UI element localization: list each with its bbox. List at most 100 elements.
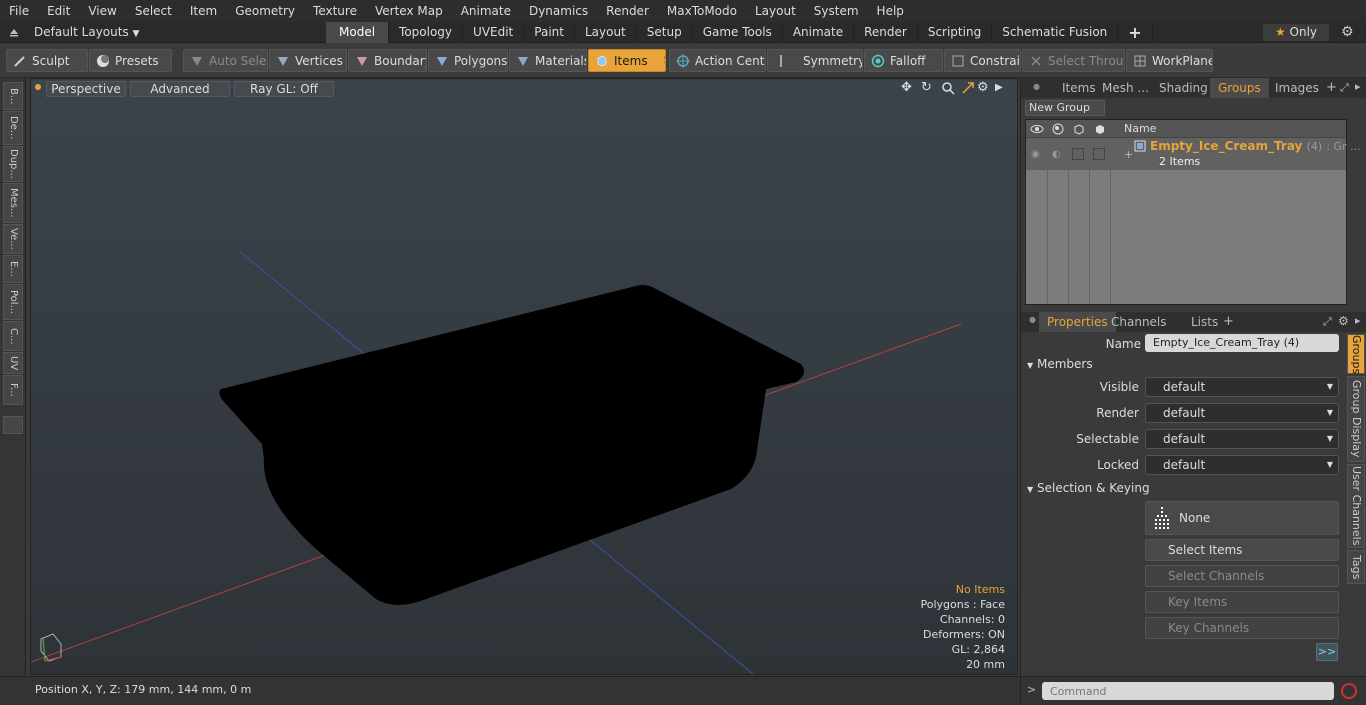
key-items-button[interactable]: Key Items <box>1145 591 1339 613</box>
vertices-button[interactable]: Vertices 1 <box>269 49 347 72</box>
boundary-button[interactable]: Boundary <box>348 49 427 72</box>
tab-paint[interactable]: Paint <box>524 22 575 43</box>
menu-file[interactable]: File <box>0 0 38 22</box>
command-input[interactable] <box>1042 682 1334 700</box>
tab-setup[interactable]: Setup <box>637 22 693 43</box>
select-items-button[interactable]: Select Items <box>1145 539 1339 561</box>
group-row[interactable]: ◉ ◐ + Empty_Ice_Cream_Tray (4) : Gr ... … <box>1026 138 1361 170</box>
tab-shading[interactable]: Shading <box>1151 78 1216 98</box>
more-button[interactable]: >> <box>1316 643 1338 661</box>
row-lock-checkbox[interactable] <box>1072 148 1084 160</box>
selectable-select[interactable]: default ▼ <box>1145 429 1339 449</box>
workplane-button[interactable]: WorkPlane <box>1126 49 1213 72</box>
members-section[interactable]: ▼ Members <box>1027 355 1093 375</box>
render-select[interactable]: default ▼ <box>1145 403 1339 423</box>
tab-model[interactable]: Model <box>326 22 390 43</box>
only-button[interactable]: ★ Only <box>1263 24 1329 41</box>
maximize-view-icon[interactable] <box>961 81 975 95</box>
left-tab-extra[interactable] <box>3 416 23 434</box>
raygl-button[interactable]: Ray GL: Off <box>234 81 334 97</box>
add-props-tab-icon[interactable]: + <box>1223 314 1234 329</box>
auto-select-button[interactable]: Auto Select <box>183 49 268 72</box>
menu-system[interactable]: System <box>805 0 868 22</box>
menu-texture[interactable]: Texture <box>304 0 366 22</box>
tab-scripting[interactable]: Scripting <box>918 22 993 43</box>
select-channels-button[interactable]: Select Channels <box>1145 565 1339 587</box>
rotate-view-icon[interactable]: ↻ <box>921 81 935 95</box>
menu-item[interactable]: Item <box>181 0 226 22</box>
select-through-button[interactable]: Select Through <box>1022 49 1125 72</box>
menu-maxtomodo[interactable]: MaxToModo <box>658 0 746 22</box>
zoom-icon[interactable] <box>941 81 955 95</box>
eye-icon[interactable] <box>1030 122 1044 136</box>
row-select-checkbox[interactable] <box>1093 148 1105 160</box>
menu-view[interactable]: View <box>79 0 125 22</box>
tab-groups[interactable]: Groups <box>1210 78 1269 98</box>
select-icon[interactable] <box>1093 122 1107 136</box>
left-tab-basic[interactable]: B... <box>3 82 23 110</box>
menu-dynamics[interactable]: Dynamics <box>520 0 597 22</box>
left-tab-deform[interactable]: De... <box>3 111 23 145</box>
tab-topology[interactable]: Topology <box>389 22 464 43</box>
presets-button[interactable]: Presets <box>89 49 172 72</box>
tab-game-tools[interactable]: Game Tools <box>693 22 783 43</box>
side-tab-groups[interactable]: Groups <box>1347 334 1365 374</box>
add-tab-icon[interactable]: + <box>1118 22 1153 43</box>
collapse-arrow-icon[interactable] <box>8 26 20 38</box>
left-tab-polygon[interactable]: Pol... <box>3 284 23 320</box>
left-tab-vertex[interactable]: Ve... <box>3 224 23 254</box>
menu-layout[interactable]: Layout <box>746 0 805 22</box>
side-tab-group-display[interactable]: Group Display <box>1347 376 1365 462</box>
left-tab-uv[interactable]: UV <box>3 352 23 374</box>
tab-lists[interactable]: Lists <box>1183 312 1226 332</box>
add-panel-tab-icon[interactable]: + <box>1326 80 1337 95</box>
tab-schematic-fusion[interactable]: Schematic Fusion <box>992 22 1119 43</box>
key-channels-button[interactable]: Key Channels <box>1145 617 1339 639</box>
tab-animate[interactable]: Animate <box>783 22 855 43</box>
selection-keying-section[interactable]: ▼ Selection & Keying <box>1027 479 1150 499</box>
menu-geometry[interactable]: Geometry <box>226 0 304 22</box>
row-render-icon[interactable]: ◐ <box>1052 149 1064 161</box>
expand-plus-icon[interactable]: + <box>1124 148 1133 161</box>
perspective-button[interactable]: Perspective <box>46 81 126 97</box>
viewport-settings-icon[interactable]: ⚙ <box>977 81 991 95</box>
menu-edit[interactable]: Edit <box>38 0 79 22</box>
tab-images[interactable]: Images <box>1267 78 1327 98</box>
3d-viewport[interactable]: Perspective Advanced Ray GL: Off ✥ ↻ ⚙ ▶… <box>30 78 1018 675</box>
menu-render[interactable]: Render <box>597 0 658 22</box>
symmetry-button[interactable]: Symmetry <box>767 49 863 72</box>
gear-icon[interactable]: ⚙ <box>1341 25 1356 40</box>
left-tab-duplicate[interactable]: Dup... <box>3 146 23 182</box>
menu-select[interactable]: Select <box>126 0 181 22</box>
visible-select[interactable]: default ▼ <box>1145 377 1339 397</box>
side-tab-tags[interactable]: Tags <box>1347 550 1365 584</box>
locked-select[interactable]: default ▼ <box>1145 455 1339 475</box>
items-button[interactable]: Items 5 <box>588 49 666 72</box>
props-settings-icon[interactable]: ⚙ <box>1338 314 1349 328</box>
new-group-button[interactable]: New Group <box>1025 100 1105 116</box>
tab-channels[interactable]: Channels <box>1103 312 1175 332</box>
move-view-icon[interactable]: ✥ <box>901 81 915 95</box>
polygons-button[interactable]: Polygons <box>428 49 508 72</box>
props-menu-icon[interactable]: ▸ <box>1355 314 1361 327</box>
menu-help[interactable]: Help <box>868 0 913 22</box>
sculpt-button[interactable]: Sculpt <box>6 49 88 72</box>
advanced-button[interactable]: Advanced <box>130 81 230 97</box>
left-tab-mesh-edit[interactable]: Mes... <box>3 183 23 223</box>
render-icon[interactable] <box>1051 122 1065 136</box>
row-eye-icon[interactable]: ◉ <box>1031 149 1043 161</box>
menu-animate[interactable]: Animate <box>452 0 520 22</box>
materials-button[interactable]: Materials <box>509 49 587 72</box>
record-icon[interactable] <box>1341 683 1357 699</box>
left-tab-edge[interactable]: E... <box>3 255 23 283</box>
tab-mesh[interactable]: Mesh ... <box>1094 78 1157 98</box>
tab-layout[interactable]: Layout <box>575 22 637 43</box>
expand-props-icon[interactable]: ⤢ <box>1323 315 1332 329</box>
play-arrow-icon[interactable]: ▶ <box>995 81 1005 95</box>
tab-render[interactable]: Render <box>854 22 918 43</box>
panel-menu-icon[interactable]: ▸ <box>1355 80 1361 93</box>
name-field[interactable]: Empty_Ice_Cream_Tray (4) <box>1145 334 1339 352</box>
left-tab-curve[interactable]: C... <box>3 321 23 351</box>
side-tab-user-channels[interactable]: User Channels <box>1347 464 1365 548</box>
tab-uvedit[interactable]: UVEdit <box>463 22 525 43</box>
